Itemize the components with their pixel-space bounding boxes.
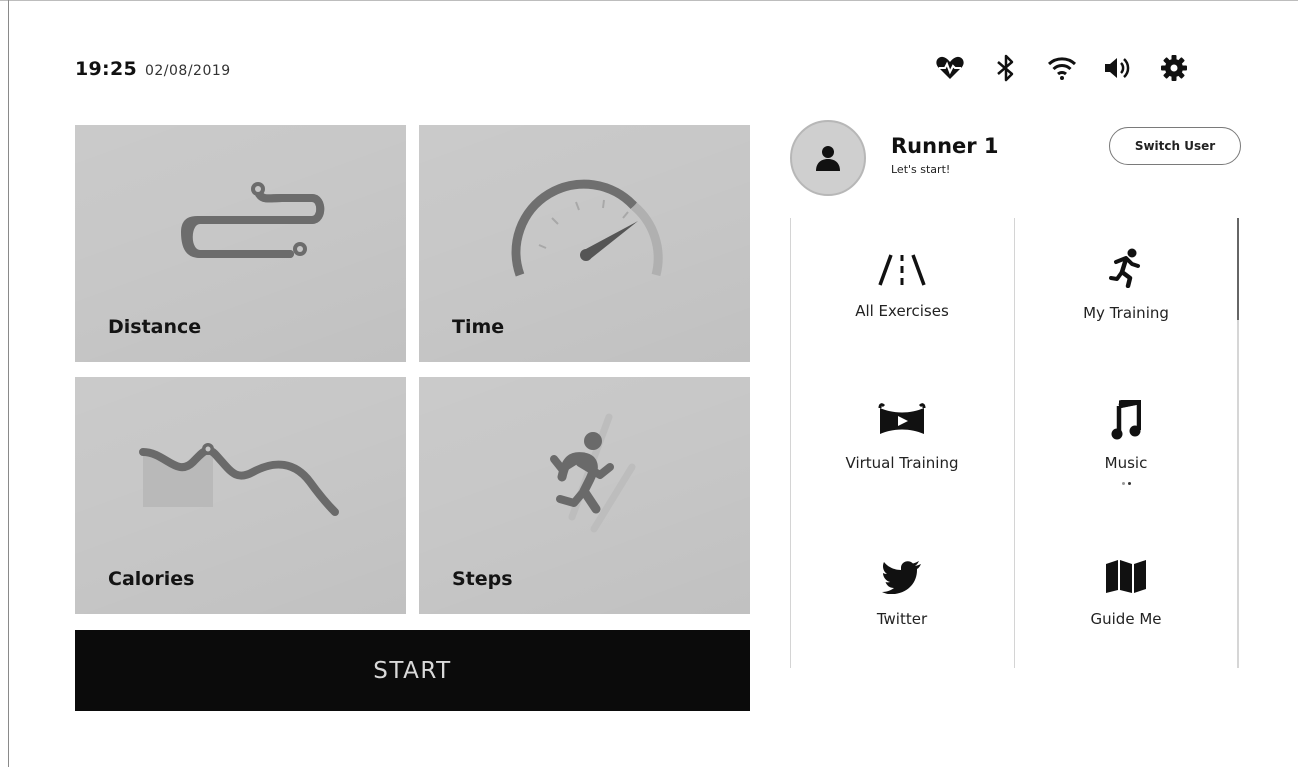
running-person-icon xyxy=(1108,246,1144,288)
user-greeting: Let's start! xyxy=(891,163,951,176)
tile-time[interactable]: Time xyxy=(419,125,750,362)
menu-twitter[interactable]: Twitter xyxy=(790,552,1014,638)
speedometer-icon xyxy=(511,179,663,277)
vr-video-icon xyxy=(876,398,928,440)
tile-label: Time xyxy=(452,316,505,338)
menu-label: All Exercises xyxy=(855,302,949,320)
switch-user-button[interactable]: Switch User xyxy=(1109,127,1241,165)
page-dot xyxy=(1127,482,1131,485)
frame-left-border xyxy=(8,0,9,767)
tile-steps[interactable]: Steps xyxy=(419,377,750,614)
menu-label: Music xyxy=(1104,454,1148,472)
menu-guide-me[interactable]: Guide Me xyxy=(1014,552,1238,628)
music-note-icon xyxy=(1111,398,1141,440)
wifi-icon[interactable] xyxy=(1034,50,1090,86)
menu-all-exercises[interactable]: All Exercises xyxy=(790,246,1014,320)
menu-label: Virtual Training xyxy=(845,454,959,472)
route-icon xyxy=(180,182,325,258)
menu-label: Twitter xyxy=(876,610,928,628)
menu-my-training[interactable]: My Training xyxy=(1014,246,1238,322)
avatar[interactable] xyxy=(790,120,866,196)
tile-calories[interactable]: Calories xyxy=(75,377,406,614)
page-dots xyxy=(1121,482,1131,485)
road-icon xyxy=(877,246,927,288)
bluetooth-icon[interactable] xyxy=(978,50,1034,86)
clock: 19:25 02/08/2019 xyxy=(75,58,231,80)
app-menu-grid: All Exercises My Training Virtual Traini… xyxy=(790,218,1238,668)
calories-curve-icon xyxy=(139,443,339,516)
runner-icon xyxy=(550,413,636,533)
tile-label: Calories xyxy=(108,568,195,590)
menu-label: My Training xyxy=(1083,304,1169,322)
start-button[interactable]: START xyxy=(75,630,750,711)
user-name: Runner 1 xyxy=(891,134,999,158)
clock-time: 19:25 xyxy=(75,58,137,80)
menu-music[interactable]: Music xyxy=(1014,398,1238,485)
status-bar xyxy=(922,50,1202,86)
tile-distance[interactable]: Distance xyxy=(75,125,406,362)
menu-label: Guide Me xyxy=(1090,610,1162,628)
clock-date: 02/08/2019 xyxy=(144,63,231,79)
frame-top-border xyxy=(0,0,1298,1)
heart-rate-icon[interactable] xyxy=(922,50,978,86)
tile-label: Distance xyxy=(108,316,202,338)
menu-scrollbar-thumb[interactable] xyxy=(1237,218,1239,320)
tile-label: Steps xyxy=(452,568,513,590)
map-icon xyxy=(1104,552,1148,594)
menu-virtual-training[interactable]: Virtual Training xyxy=(790,398,1014,472)
page-dot xyxy=(1121,482,1125,485)
twitter-bird-icon xyxy=(882,552,922,594)
volume-icon[interactable] xyxy=(1090,50,1146,86)
user-icon xyxy=(816,146,840,171)
settings-icon[interactable] xyxy=(1146,50,1202,86)
